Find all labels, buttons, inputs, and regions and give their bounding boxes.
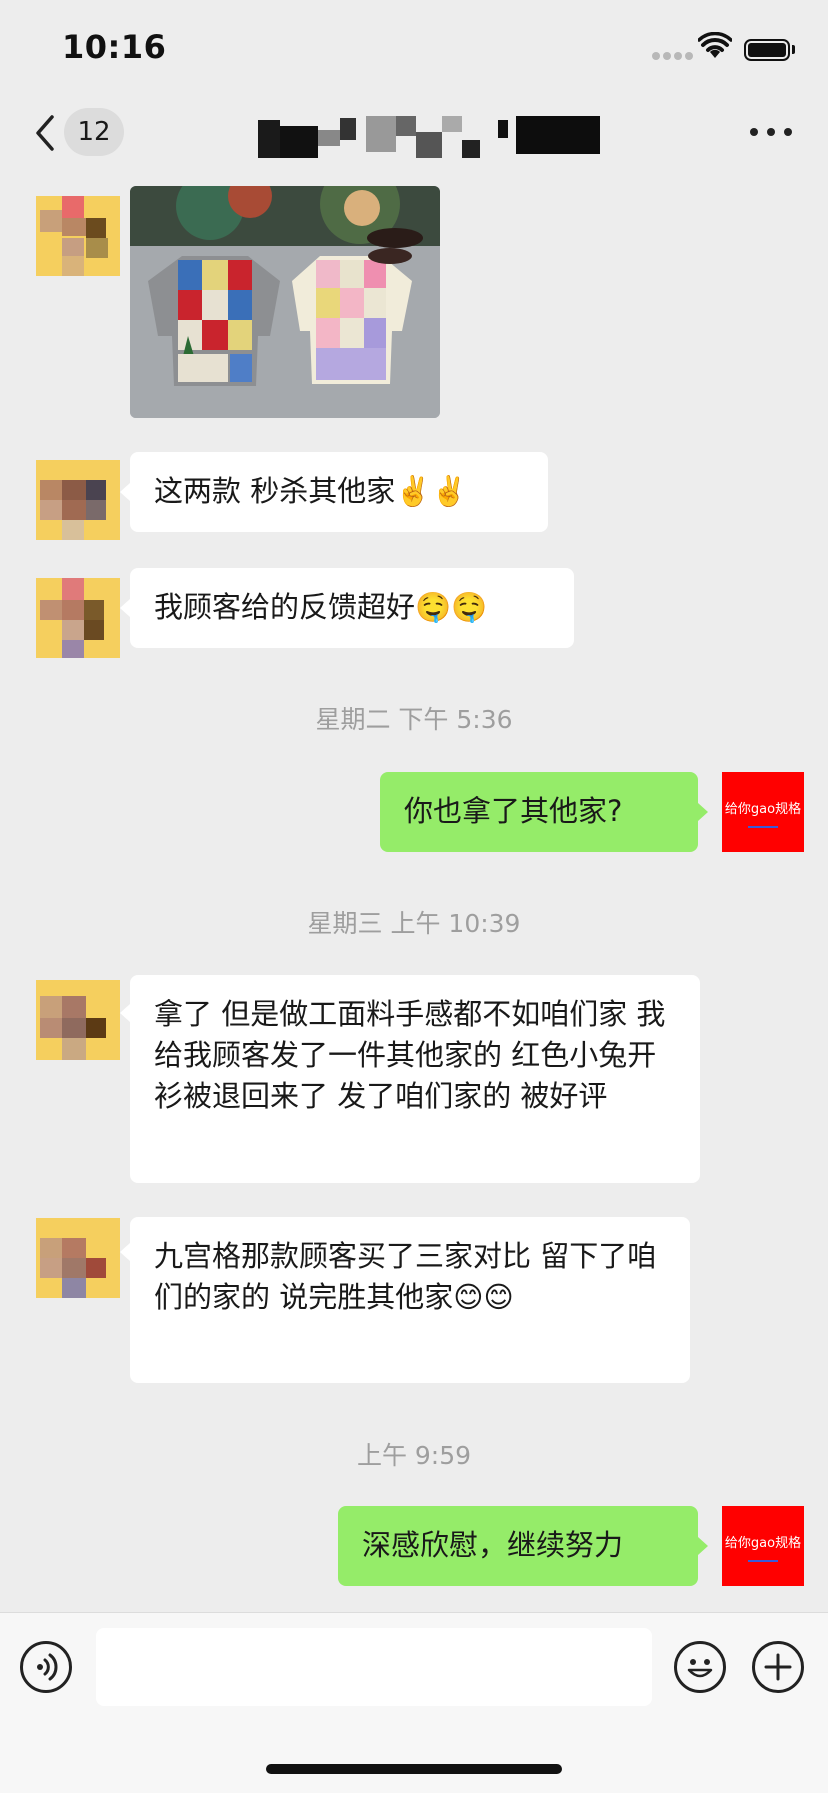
chat-image-sweaters[interactable] — [130, 186, 440, 418]
bubble-tail — [120, 1004, 130, 1022]
message-bubble-self[interactable]: 深感欣慰，继续努力 — [338, 1506, 698, 1586]
signal-icon — [652, 45, 696, 60]
chat-title-redacted — [258, 116, 600, 160]
message-bubble[interactable]: 我顾客给的反馈超好🤤🤤 — [130, 568, 574, 648]
message-bubble[interactable]: 拿了 但是做工面料手感都不如咱们家 我给我顾客发了一件其他家的 红色小兔开衫被退… — [130, 975, 700, 1183]
message-bubble[interactable]: 这两款 秒杀其他家✌️✌️ — [130, 452, 548, 532]
timestamp: 星期三 上午 10:39 — [307, 909, 521, 938]
contact-avatar[interactable] — [36, 460, 120, 540]
bubble-tail — [120, 599, 130, 617]
back-arrow-icon[interactable] — [32, 113, 58, 153]
message-bubble[interactable]: 九宫格那款顾客买了三家对比 留下了咱们的家的 说完胜其他家😊😊 — [130, 1217, 690, 1383]
unread-count-badge[interactable]: 12 — [64, 108, 124, 156]
voice-icon[interactable] — [20, 1641, 72, 1693]
status-time: 10:16 — [62, 28, 167, 66]
contact-avatar[interactable] — [36, 578, 120, 658]
contact-avatar[interactable] — [36, 196, 120, 276]
bubble-tail — [120, 483, 130, 501]
message-bubble-self[interactable]: 你也拿了其他家? — [380, 772, 698, 852]
more-icon[interactable] — [750, 128, 792, 138]
contact-avatar[interactable] — [36, 980, 120, 1060]
self-avatar-text: 给你gao规格 — [724, 802, 802, 817]
wifi-icon — [698, 32, 732, 58]
timestamp: 星期二 下午 5:36 — [315, 705, 513, 734]
contact-avatar[interactable] — [36, 1218, 120, 1298]
self-avatar-text: 给你gao规格 — [724, 1536, 802, 1551]
battery-icon — [744, 39, 790, 61]
self-avatar[interactable]: 给你gao规格 — [722, 772, 804, 852]
emoji-icon[interactable] — [674, 1641, 726, 1693]
battery-tip — [792, 45, 795, 54]
bubble-tail — [698, 803, 708, 821]
home-indicator — [266, 1764, 562, 1774]
self-avatar[interactable]: 给你gao规格 — [722, 1506, 804, 1586]
plus-icon[interactable] — [752, 1641, 804, 1693]
bubble-tail — [698, 1537, 708, 1555]
timestamp: 上午 9:59 — [356, 1441, 472, 1470]
message-input[interactable] — [96, 1628, 652, 1706]
bubble-tail — [120, 1243, 130, 1261]
